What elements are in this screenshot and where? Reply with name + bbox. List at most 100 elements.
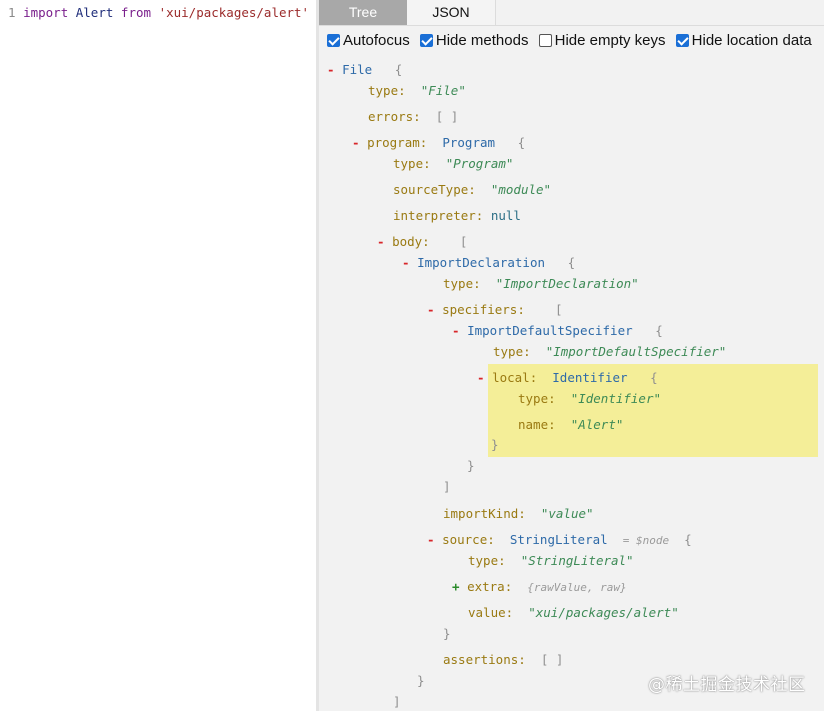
node-type: Program: [442, 135, 496, 150]
prop-key: specifiers:: [442, 302, 525, 317]
close-brace: }: [443, 626, 451, 641]
collapse-toggle[interactable]: -: [427, 302, 435, 317]
prop-value: "Program": [445, 156, 514, 171]
keyword-from: from: [120, 5, 152, 20]
prop-value: "File": [420, 83, 466, 98]
prop-key: errors:: [368, 109, 421, 124]
prop-key: type:: [518, 391, 556, 406]
prop-key: importKind:: [443, 506, 526, 521]
tree-node-specifiers[interactable]: - specifiers: [: [427, 302, 563, 318]
prop-value: [ ]: [540, 652, 564, 667]
tree-prop-assertions: assertions: [ ]: [443, 652, 563, 668]
collapse-toggle[interactable]: -: [452, 323, 460, 338]
close-brace-importdeclaration: }: [417, 673, 425, 689]
collapse-toggle[interactable]: -: [327, 62, 335, 77]
prop-value: [ ]: [435, 109, 459, 124]
prop-key: type:: [493, 344, 531, 359]
tree-prop-name: name: "Alert": [518, 417, 623, 433]
tree-node-body[interactable]: - body: [: [377, 234, 467, 250]
expand-toggle[interactable]: +: [452, 579, 460, 594]
prop-value: "value": [540, 506, 594, 521]
open-brace: {: [567, 255, 576, 270]
prop-key: local:: [492, 370, 538, 385]
identifier-alert: Alert: [75, 5, 114, 20]
tree-prop-type: type: "Identifier": [518, 391, 661, 407]
prop-key: body:: [392, 234, 430, 249]
node-type: File: [342, 62, 373, 77]
tree-prop-type: type: "Program": [393, 156, 513, 172]
prop-key: name:: [518, 417, 556, 432]
prop-key: source:: [442, 532, 495, 547]
close-brace-local: }: [491, 437, 499, 453]
open-brace: {: [650, 370, 658, 385]
node-type: ImportDeclaration: [417, 255, 545, 270]
code-line-1[interactable]: 1 import Alert from 'xui/packages/alert': [8, 5, 309, 20]
prop-key: type:: [468, 553, 506, 568]
node-type: ImportDefaultSpecifier: [467, 323, 633, 338]
prop-key: type:: [393, 156, 431, 171]
line-number: 1: [8, 5, 16, 20]
collapse-toggle[interactable]: -: [402, 255, 410, 270]
tree-node-program[interactable]: - program: Program {: [352, 135, 525, 151]
ast-panel: Tree JSON Autofocus Hide methods Hide em…: [319, 0, 824, 711]
close-bracket-specifiers: ]: [443, 479, 451, 495]
collapsed-summary: {rawValue, raw}: [527, 581, 627, 594]
prop-value: "StringLiteral": [520, 553, 634, 568]
ast-tree: - File { type: "File" errors: [ ] - prog…: [319, 0, 824, 711]
prop-key: extra:: [467, 579, 513, 594]
tree-node-importdefaultspecifier[interactable]: - ImportDefaultSpecifier {: [452, 323, 663, 339]
close-brace-specifier: }: [467, 458, 475, 474]
tree-node-importdeclaration[interactable]: - ImportDeclaration {: [402, 255, 575, 271]
prop-value: "Alert": [570, 417, 624, 432]
collapse-toggle[interactable]: -: [477, 370, 485, 385]
prop-key: type:: [368, 83, 406, 98]
node-type: Identifier: [552, 370, 628, 385]
tree-node-local[interactable]: - local: Identifier {: [477, 370, 658, 386]
prop-value: "xui/packages/alert": [528, 605, 679, 620]
prop-key: program:: [367, 135, 428, 150]
prop-key: interpreter:: [393, 208, 484, 223]
close-bracket: ]: [443, 479, 451, 494]
prop-key: assertions:: [443, 652, 526, 667]
keyword-import: import: [23, 5, 69, 20]
prop-key: sourceType:: [393, 182, 476, 197]
open-brace: {: [655, 323, 663, 338]
watermark: @稀土掘金技术社区: [648, 675, 806, 695]
close-bracket-body: ]: [393, 694, 401, 710]
close-brace: }: [491, 437, 499, 452]
prop-value: null: [490, 208, 521, 223]
close-bracket: ]: [393, 694, 401, 709]
open-brace: {: [394, 62, 403, 77]
close-brace: }: [467, 458, 475, 473]
tree-prop-value: value: "xui/packages/alert": [468, 605, 679, 621]
node-ref: = $node: [622, 534, 670, 547]
tree-node-source[interactable]: - source: StringLiteral = $node {: [427, 532, 692, 548]
code-editor[interactable]: 1 import Alert from 'xui/packages/alert': [0, 0, 316, 711]
collapse-toggle[interactable]: -: [427, 532, 435, 547]
open-brace: {: [517, 135, 526, 150]
prop-value: "ImportDeclaration": [495, 276, 639, 291]
tree-node-extra[interactable]: + extra: {rawValue, raw}: [452, 579, 627, 595]
tree-prop-importkind: importKind: "value": [443, 506, 594, 522]
prop-key: type:: [443, 276, 481, 291]
module-string: 'xui/packages/alert': [158, 5, 310, 20]
collapse-toggle[interactable]: -: [377, 234, 385, 249]
tree-prop-interpreter: interpreter: null: [393, 208, 521, 224]
prop-value: "module": [490, 182, 552, 197]
prop-value: "ImportDefaultSpecifier": [545, 344, 727, 359]
collapse-toggle[interactable]: -: [352, 135, 360, 150]
node-type: StringLiteral: [509, 532, 608, 547]
tree-prop-type: type: "ImportDeclaration": [443, 276, 639, 292]
prop-key: value:: [468, 605, 514, 620]
tree-prop-type: type: "File": [368, 83, 466, 99]
tree-prop-errors: errors: [ ]: [368, 109, 458, 125]
tree-prop-sourcetype: sourceType: "module": [393, 182, 551, 198]
close-brace: }: [417, 673, 425, 688]
open-bracket: [: [554, 302, 563, 317]
prop-value: "Identifier": [570, 391, 662, 406]
tree-prop-type: type: "StringLiteral": [468, 553, 634, 569]
open-brace: {: [684, 532, 692, 547]
close-brace-source: }: [443, 626, 451, 642]
tree-node-file[interactable]: - File {: [327, 62, 402, 78]
tree-prop-type: type: "ImportDefaultSpecifier": [493, 344, 726, 360]
